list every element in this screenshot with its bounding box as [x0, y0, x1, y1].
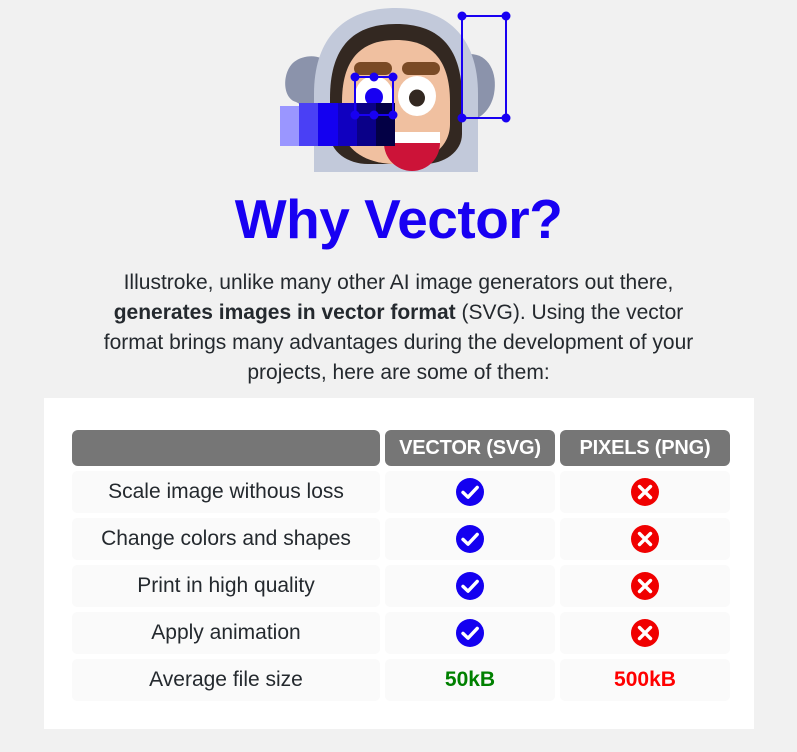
- comparison-table: VECTOR (SVG) PIXELS (PNG) Scale image wi…: [67, 425, 735, 706]
- cross-circle-icon: [630, 524, 660, 554]
- pixels-value: [560, 612, 730, 654]
- handle-top-right: [388, 72, 397, 82]
- check-circle-icon: [455, 571, 485, 601]
- column-header-pixels: PIXELS (PNG): [560, 430, 730, 466]
- cross-circle-icon: [630, 477, 660, 507]
- feature-label: Scale image withous loss: [72, 471, 380, 513]
- pixels-value: 500kB: [560, 659, 730, 701]
- handle-bottom-left: [350, 110, 359, 120]
- handle-bottom-left: [457, 113, 466, 123]
- handle-bottom-center: [369, 110, 378, 120]
- check-circle-icon: [455, 524, 485, 554]
- pixels-value: [560, 565, 730, 607]
- handle-bottom-right: [388, 110, 397, 120]
- handle-top-left: [350, 72, 359, 82]
- feature-label: Print in high quality: [72, 565, 380, 607]
- right-eyebrow-icon: [401, 62, 440, 75]
- table-row: Change colors and shapes: [72, 518, 730, 560]
- page-title: Why Vector?: [234, 188, 563, 250]
- table-row: Print in high quality: [72, 565, 730, 607]
- vector-value: [385, 471, 555, 513]
- handle-bottom-right: [501, 113, 510, 123]
- pixels-file-size: 500kB: [614, 668, 676, 691]
- table-row: Scale image withous loss: [72, 471, 730, 513]
- vector-file-size: 50kB: [444, 668, 496, 691]
- intro-paragraph: Illustroke, unlike many other AI image g…: [89, 268, 709, 388]
- hero-illustration: [0, 0, 797, 178]
- feature-label: Average file size: [72, 659, 380, 701]
- pixels-value: [560, 471, 730, 513]
- cross-circle-icon: [630, 618, 660, 648]
- check-circle-icon: [455, 477, 485, 507]
- feature-label: Apply animation: [72, 612, 380, 654]
- comparison-card: VECTOR (SVG) PIXELS (PNG) Scale image wi…: [44, 398, 754, 729]
- intro-bold: generates images in vector format: [113, 301, 456, 324]
- table-row: Apply animation: [72, 612, 730, 654]
- cross-circle-icon: [630, 571, 660, 601]
- handle-top-right: [501, 11, 510, 21]
- astronaut-vector-editing-illustration: [279, 8, 510, 172]
- vector-value: [385, 612, 555, 654]
- right-eye-pupil: [408, 89, 425, 107]
- handle-top-center: [369, 72, 378, 82]
- column-header-vector: VECTOR (SVG): [385, 430, 555, 466]
- vector-value: 50kB: [385, 659, 555, 701]
- feature-label: Change colors and shapes: [72, 518, 380, 560]
- table-body: Scale image withous loss Change colors a…: [72, 471, 730, 701]
- vector-value: [385, 518, 555, 560]
- table-head: VECTOR (SVG) PIXELS (PNG): [72, 430, 730, 466]
- intro-prefix: Illustroke, unlike many other AI image g…: [123, 271, 674, 294]
- column-header-feature: [72, 430, 380, 466]
- why-vector-page: Why Vector? Illustroke, unlike many othe…: [0, 0, 797, 752]
- handle-top-left: [457, 11, 466, 21]
- table-header-row: VECTOR (SVG) PIXELS (PNG): [72, 430, 730, 466]
- check-circle-icon: [455, 618, 485, 648]
- pixels-value: [560, 518, 730, 560]
- table-row: Average file size 50kB 500kB: [72, 659, 730, 701]
- color-gradient-bar: [279, 103, 395, 146]
- vector-value: [385, 565, 555, 607]
